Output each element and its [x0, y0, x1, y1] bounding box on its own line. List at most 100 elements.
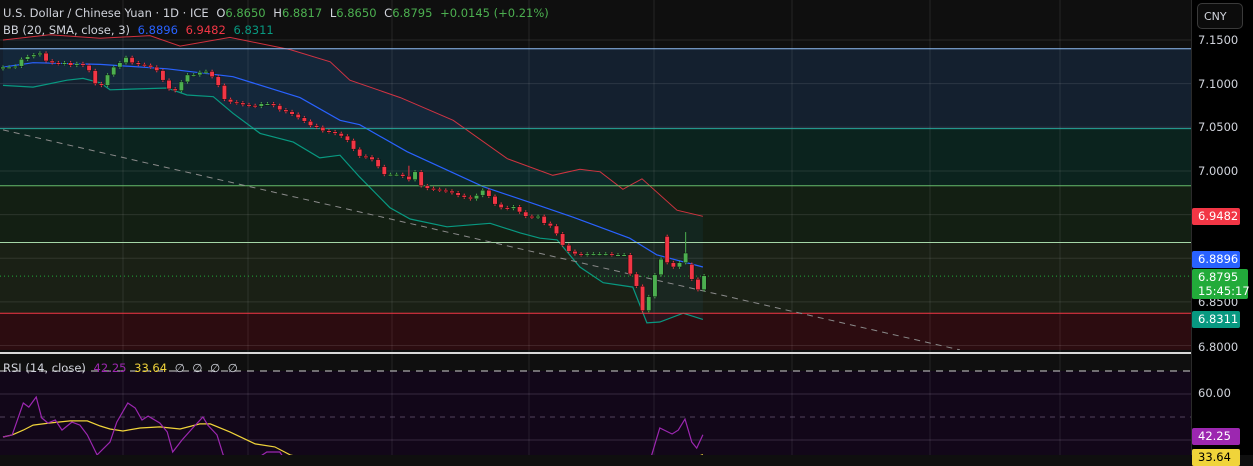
candle-body	[449, 190, 455, 193]
candle-body	[381, 166, 387, 175]
candle-body	[123, 57, 129, 63]
candle-body	[55, 62, 61, 65]
candle-body	[68, 62, 74, 66]
candle-body	[215, 76, 221, 86]
candle-body	[185, 74, 190, 83]
candle-body	[523, 211, 529, 217]
candle-body	[664, 236, 670, 263]
candle-body	[49, 60, 55, 63]
candle-body	[338, 133, 344, 137]
candle-body	[351, 140, 356, 150]
candle-body	[492, 196, 498, 205]
ohlc-high: H6.8817	[273, 6, 322, 20]
candle-body	[197, 72, 203, 76]
price-tick: 6.8000	[1198, 340, 1239, 354]
high-label: H	[273, 6, 282, 20]
rsi-value: 42.25	[93, 361, 127, 375]
bb-basis-price-label: 6.8896	[1192, 251, 1240, 268]
candle-body	[406, 175, 412, 180]
candle-body	[627, 254, 633, 275]
rsi-empty-3: ∅	[210, 361, 221, 375]
candle-body	[480, 189, 486, 196]
candle-body	[554, 225, 559, 235]
candle-body	[265, 103, 270, 106]
bb-legend[interactable]: BB (20, SMA, close, 3) 6.8896 6.9482 6.8…	[3, 23, 278, 37]
candle-body	[511, 206, 516, 209]
candle-body	[677, 262, 682, 268]
currency-button[interactable]: CNY	[1197, 3, 1243, 29]
price-chart[interactable]	[0, 0, 1191, 455]
candle-body	[154, 66, 160, 71]
candle-body	[92, 70, 98, 84]
candle-body	[634, 273, 639, 287]
candle-body	[683, 252, 689, 263]
open-value: 6.8650	[225, 6, 266, 20]
candle-body	[246, 104, 252, 107]
bb-label: BB (20, SMA, close, 3)	[3, 23, 130, 37]
rsi-empty-2: ∅	[192, 361, 203, 375]
candle-body	[148, 65, 153, 68]
candle-body	[646, 296, 652, 311]
candle-body	[228, 99, 233, 103]
candle-body	[277, 105, 283, 111]
candle-body	[332, 131, 338, 134]
candle-body	[517, 206, 523, 213]
ohlc-close: C6.8795	[384, 6, 432, 20]
candle-body	[314, 125, 320, 128]
rsi-empty-4: ∅	[227, 361, 238, 375]
pane-separator[interactable]	[0, 352, 1253, 354]
candle-body	[578, 253, 584, 256]
ohlc-open: O6.8650	[216, 6, 265, 20]
candle-body	[98, 83, 104, 86]
candle-body	[209, 71, 215, 77]
rsi-price-label: 42.25	[1192, 428, 1240, 445]
candle-body	[80, 63, 86, 66]
candle-body	[504, 207, 510, 210]
candle-body	[240, 102, 246, 105]
rsi-legend[interactable]: RSI (14, close) 42.25 33.64 ∅ ∅ ∅ ∅	[3, 361, 242, 375]
candle-body	[560, 233, 566, 246]
candle-body	[172, 88, 178, 91]
candle-body	[498, 203, 504, 208]
candle-body	[443, 189, 449, 192]
candle-body	[400, 174, 406, 177]
candle-body	[394, 174, 399, 177]
low-value: 6.8650	[336, 6, 377, 20]
candle-body	[418, 171, 424, 186]
change-value: +0.0145 (+0.21%)	[440, 6, 549, 20]
candle-body	[166, 79, 172, 90]
candle-body	[572, 251, 578, 255]
candle-body	[6, 66, 12, 69]
symbol-legend[interactable]: U.S. Dollar / Chinese Yuan · 1D · ICE O6…	[3, 6, 553, 20]
candle-body	[541, 216, 547, 224]
close-label: C	[384, 6, 393, 20]
candle-body	[468, 196, 473, 200]
candle-body	[437, 189, 443, 191]
candle-body	[37, 52, 43, 56]
candle-body	[252, 105, 258, 108]
candle-body	[388, 174, 393, 177]
candle-body	[326, 130, 332, 133]
candle-body	[31, 54, 37, 57]
candle-body	[142, 64, 147, 67]
candle-body	[529, 216, 535, 219]
candle-body	[320, 127, 326, 131]
candle-body	[135, 62, 141, 65]
candle-body	[597, 253, 602, 256]
candle-body	[191, 74, 197, 77]
price-tick: 7.0500	[1198, 120, 1239, 134]
candle-body	[129, 57, 135, 63]
candle-body	[12, 65, 18, 68]
candle-body	[461, 195, 467, 198]
candle-body	[689, 264, 695, 280]
candle-body	[19, 59, 24, 67]
zone-fill	[0, 313, 1191, 350]
candle-body	[652, 274, 658, 297]
candle-body	[566, 244, 572, 252]
rsi-tick: 60.00	[1198, 386, 1231, 400]
bb-basis-value: 6.8896	[137, 23, 178, 37]
candle-body	[221, 85, 227, 100]
bar-countdown: 15:45:17	[1198, 284, 1250, 298]
rsi-ma-value: 33.64	[134, 361, 168, 375]
candle-body	[474, 195, 479, 200]
